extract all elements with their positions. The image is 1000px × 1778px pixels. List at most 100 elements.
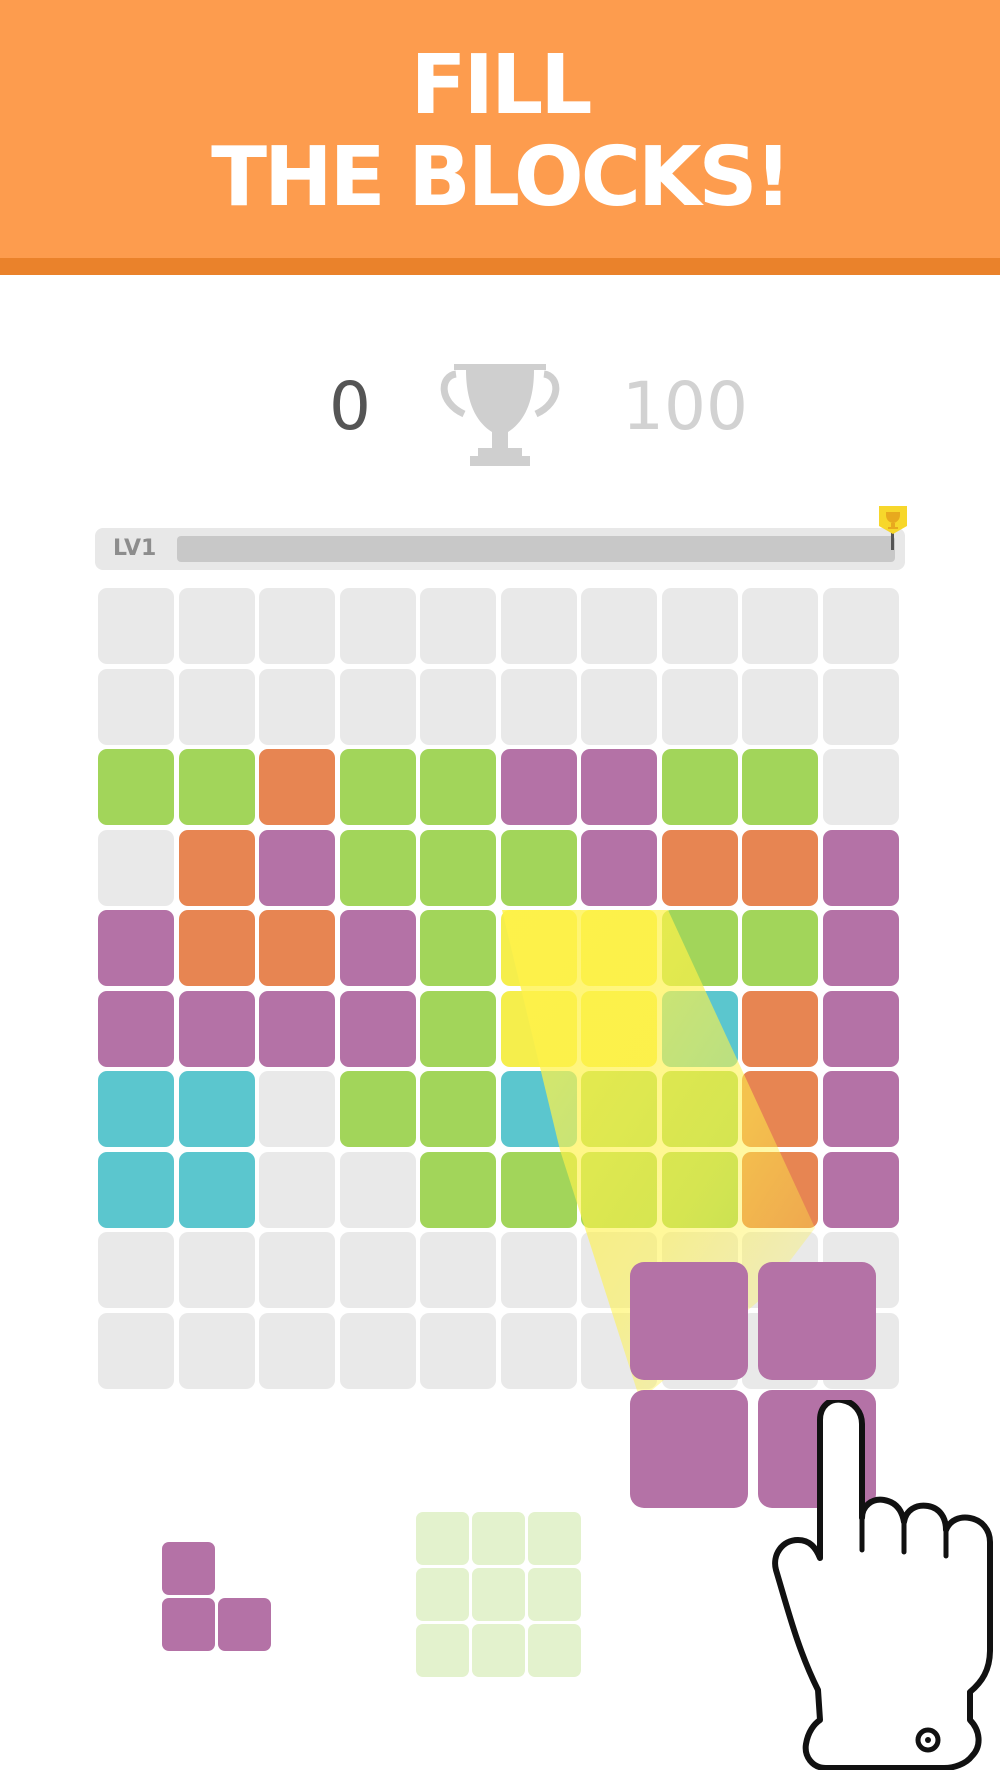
board-cell-orange[interactable] [742, 1152, 818, 1228]
board-cell-purple[interactable] [179, 991, 255, 1067]
board-cell-empty[interactable] [742, 588, 818, 664]
board-cell-green[interactable] [581, 1152, 657, 1228]
board-cell-purple[interactable] [823, 1071, 899, 1147]
board-cell-green[interactable] [420, 749, 496, 825]
board-cell-highlight[interactable] [501, 910, 577, 986]
board-cell-purple[interactable] [581, 749, 657, 825]
board-cell-empty[interactable] [340, 588, 416, 664]
board-cell-empty[interactable] [179, 588, 255, 664]
board-cell-orange[interactable] [179, 910, 255, 986]
board-cell-empty[interactable] [98, 588, 174, 664]
board-cell-orange[interactable] [259, 749, 335, 825]
board-cell-empty[interactable] [259, 588, 335, 664]
tray-piece-block [416, 1512, 469, 1565]
level-label: LV1 [113, 536, 157, 561]
board-cell-cyan[interactable] [662, 991, 738, 1067]
board-cell-green[interactable] [340, 1071, 416, 1147]
board-cell-purple[interactable] [340, 991, 416, 1067]
board-cell-orange[interactable] [259, 910, 335, 986]
board-cell-empty[interactable] [501, 588, 577, 664]
board-cell-empty[interactable] [259, 1152, 335, 1228]
board-cell-empty[interactable] [340, 669, 416, 745]
board-cell-empty[interactable] [259, 1071, 335, 1147]
board-cell-empty[interactable] [98, 669, 174, 745]
board-cell-green[interactable] [420, 1071, 496, 1147]
board-cell-empty[interactable] [823, 749, 899, 825]
board-cell-cyan[interactable] [179, 1071, 255, 1147]
board-cell-empty[interactable] [581, 588, 657, 664]
board-cell-green[interactable] [742, 749, 818, 825]
board-cell-empty[interactable] [501, 1313, 577, 1389]
board-cell-purple[interactable] [823, 910, 899, 986]
board-cell-empty[interactable] [179, 1313, 255, 1389]
board-cell-purple[interactable] [823, 991, 899, 1067]
board-cell-purple[interactable] [501, 749, 577, 825]
board-cell-green[interactable] [662, 1071, 738, 1147]
board-cell-empty[interactable] [98, 1232, 174, 1308]
board-cell-orange[interactable] [742, 830, 818, 906]
board-cell-purple[interactable] [823, 1152, 899, 1228]
board-cell-empty[interactable] [823, 669, 899, 745]
board-cell-empty[interactable] [179, 1232, 255, 1308]
board-cell-green[interactable] [340, 830, 416, 906]
tray-piece-block [528, 1624, 581, 1677]
board-cell-highlight[interactable] [501, 991, 577, 1067]
board-cell-green[interactable] [662, 1152, 738, 1228]
board-cell-purple[interactable] [98, 910, 174, 986]
board-cell-highlight[interactable] [581, 991, 657, 1067]
board-cell-cyan[interactable] [98, 1152, 174, 1228]
board-cell-purple[interactable] [98, 991, 174, 1067]
banner-title-line2: THE BLOCKS! [211, 130, 792, 225]
board-cell-cyan[interactable] [179, 1152, 255, 1228]
board-cell-green[interactable] [420, 991, 496, 1067]
board-cell-cyan[interactable] [98, 1071, 174, 1147]
board-cell-green[interactable] [420, 830, 496, 906]
board-cell-purple[interactable] [259, 830, 335, 906]
board-cell-purple[interactable] [259, 991, 335, 1067]
board-cell-empty[interactable] [581, 669, 657, 745]
board-cell-empty[interactable] [179, 669, 255, 745]
board-cell-empty[interactable] [823, 588, 899, 664]
board-cell-green[interactable] [501, 1152, 577, 1228]
board-cell-orange[interactable] [742, 1071, 818, 1147]
tray-piece-3x3-square[interactable] [416, 1512, 584, 1680]
board-cell-empty[interactable] [501, 669, 577, 745]
board-cell-empty[interactable] [340, 1232, 416, 1308]
board-cell-empty[interactable] [662, 588, 738, 664]
board-cell-green[interactable] [662, 910, 738, 986]
board-cell-empty[interactable] [501, 1232, 577, 1308]
board-cell-green[interactable] [179, 749, 255, 825]
board-cell-green[interactable] [420, 910, 496, 986]
tray-piece-l-shape[interactable] [162, 1542, 274, 1654]
board-cell-cyan[interactable] [501, 1071, 577, 1147]
board-cell-empty[interactable] [340, 1313, 416, 1389]
board-cell-green[interactable] [420, 1152, 496, 1228]
board-cell-orange[interactable] [662, 830, 738, 906]
dragging-piece-block [630, 1390, 748, 1508]
board-cell-empty[interactable] [420, 1313, 496, 1389]
board-cell-green[interactable] [742, 910, 818, 986]
board-cell-empty[interactable] [98, 830, 174, 906]
board-cell-purple[interactable] [340, 910, 416, 986]
board-cell-highlight[interactable] [581, 910, 657, 986]
board-cell-green[interactable] [581, 1071, 657, 1147]
board-cell-empty[interactable] [420, 588, 496, 664]
board-cell-green[interactable] [501, 830, 577, 906]
board-cell-purple[interactable] [581, 830, 657, 906]
board-cell-empty[interactable] [420, 1232, 496, 1308]
board-cell-empty[interactable] [662, 669, 738, 745]
level-progress-bar: LV1 [95, 528, 905, 570]
board-cell-empty[interactable] [420, 669, 496, 745]
board-cell-orange[interactable] [742, 991, 818, 1067]
board-cell-green[interactable] [98, 749, 174, 825]
board-cell-green[interactable] [662, 749, 738, 825]
board-cell-empty[interactable] [259, 669, 335, 745]
board-cell-empty[interactable] [340, 1152, 416, 1228]
board-cell-empty[interactable] [259, 1232, 335, 1308]
board-cell-empty[interactable] [742, 669, 818, 745]
board-cell-orange[interactable] [179, 830, 255, 906]
board-cell-empty[interactable] [259, 1313, 335, 1389]
board-cell-purple[interactable] [823, 830, 899, 906]
board-cell-green[interactable] [340, 749, 416, 825]
board-cell-empty[interactable] [98, 1313, 174, 1389]
